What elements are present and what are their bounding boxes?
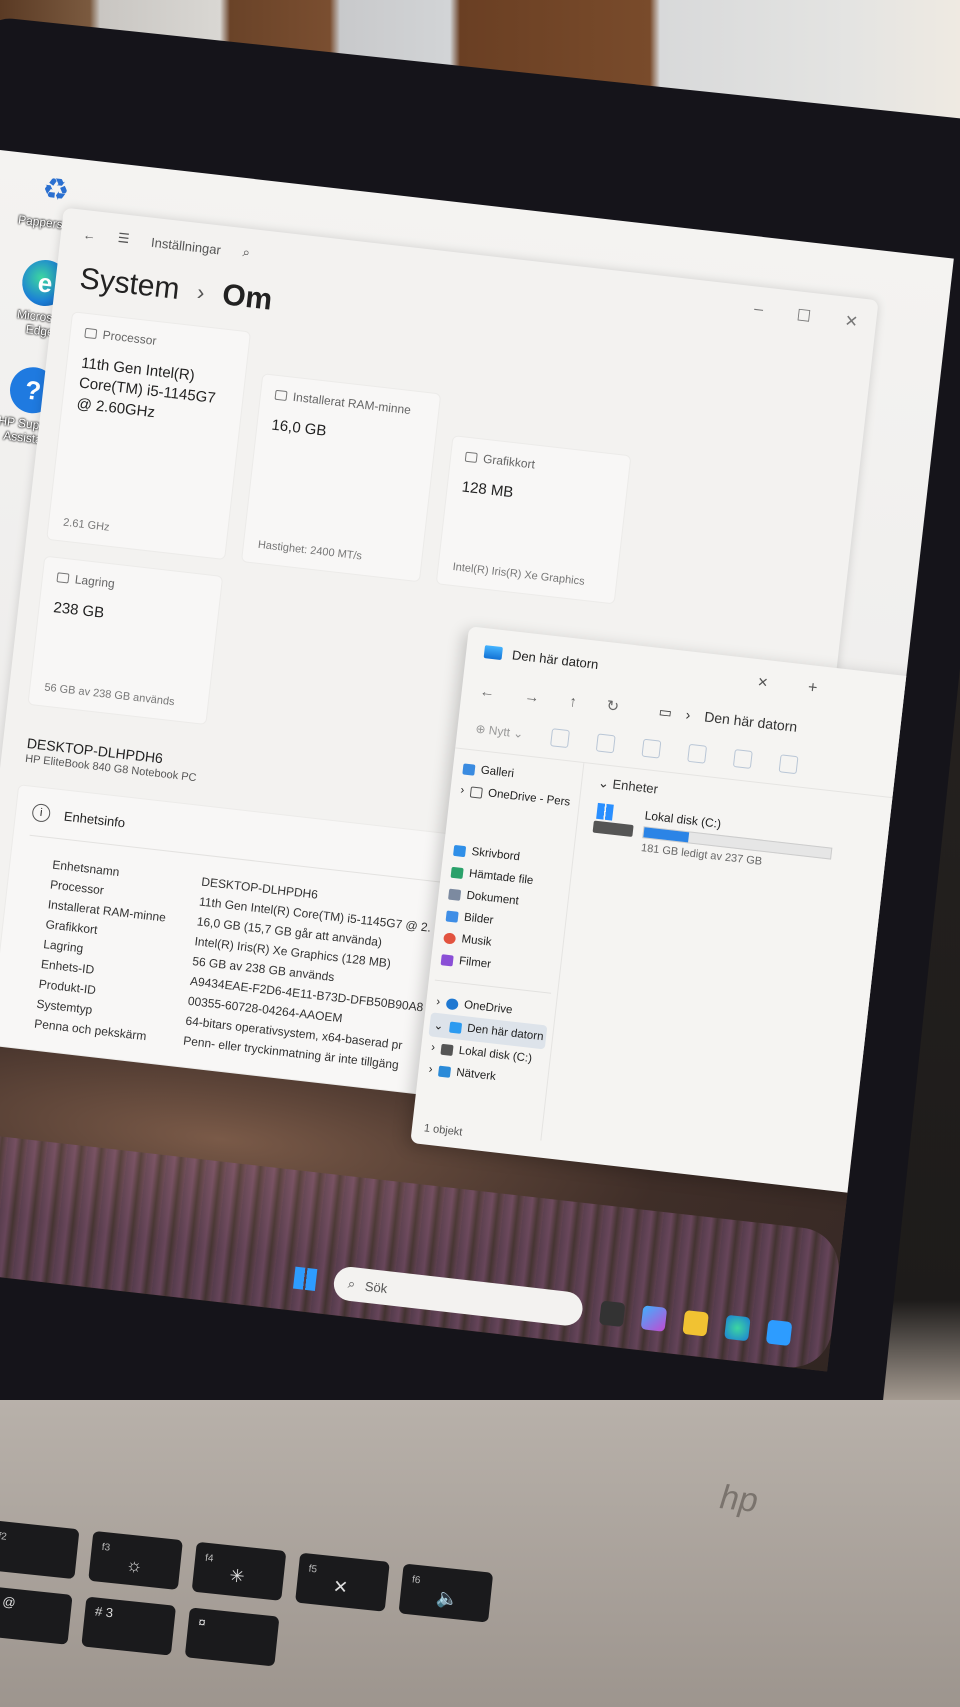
minimize-icon[interactable]: – <box>753 300 764 321</box>
key-f6[interactable]: f6 🔈 <box>398 1563 494 1623</box>
chip-icon <box>84 327 98 340</box>
processor-speed: 2.61 GHz <box>62 516 111 534</box>
delete-icon[interactable] <box>778 754 799 775</box>
hp-logo: hp <box>718 1478 760 1520</box>
key-4[interactable]: ¤ <box>184 1607 280 1667</box>
gallery-icon <box>462 762 476 776</box>
search-icon: ⌕ <box>347 1275 357 1292</box>
start-button[interactable] <box>293 1266 318 1291</box>
paste-icon[interactable] <box>641 738 662 759</box>
search-icon[interactable]: ⌕ <box>242 244 251 261</box>
download-icon <box>450 866 464 879</box>
breadcrumb-parent[interactable]: System <box>78 262 181 307</box>
gpu-value: 128 MB <box>460 478 515 502</box>
rename-icon[interactable] <box>687 743 708 764</box>
network-icon <box>437 1065 451 1078</box>
desktop-folder-icon <box>453 844 467 857</box>
video-icon <box>440 953 454 966</box>
computer-icon <box>448 1021 462 1034</box>
documents-icon <box>448 888 462 901</box>
recycle-bin-icon: ♻ <box>40 171 72 208</box>
gpu-icon <box>464 451 478 463</box>
document-icon <box>469 785 483 799</box>
ram-card: Installerat RAM-minne 16,0 GB Hastighet:… <box>240 373 442 583</box>
storage-icon <box>56 572 70 584</box>
key-f5[interactable]: f5 ✕ <box>295 1552 390 1612</box>
processor-value: 11th Gen Intel(R) Core(TM) i5-1145G7 @ 2… <box>75 354 217 421</box>
brightness-up-icon: ✳ <box>228 1565 246 1587</box>
drive-usage-fill <box>643 827 690 843</box>
music-icon <box>443 931 457 945</box>
laptop-screen: ♻ Papperskorg e Microsoft Edge ? HP Supp… <box>0 150 954 1372</box>
chevron-right-icon: › <box>435 995 441 1009</box>
volume-down-icon: 🔈 <box>435 1587 460 1610</box>
processor-card: Processor 11th Gen Intel(R) Core(TM) i5-… <box>46 311 252 561</box>
copilot-icon[interactable] <box>640 1305 668 1332</box>
up-arrow-icon[interactable]: ↑ <box>568 693 577 711</box>
storage-value: 238 GB <box>52 599 106 622</box>
key-3[interactable]: # 3 <box>81 1596 177 1656</box>
new-button[interactable]: ⊕ Nytt ⌄ <box>475 722 524 741</box>
ram-value: 16,0 GB <box>270 416 328 440</box>
copy-icon[interactable] <box>595 733 616 754</box>
edge-icon[interactable] <box>724 1314 751 1342</box>
brightness-down-icon: ☼ <box>125 1554 144 1577</box>
cloud-icon <box>445 997 459 1010</box>
key-f2[interactable]: f2 <box>0 1520 80 1580</box>
windows-drive-icon <box>592 802 636 841</box>
storage-used: 56 GB av 238 GB används <box>43 681 176 709</box>
computer-icon <box>483 644 504 660</box>
key-2[interactable]: 2 @ <box>0 1585 73 1645</box>
storage-card: Lagring 238 GB 56 GB av 238 GB används <box>27 555 224 726</box>
memory-icon <box>274 389 288 402</box>
chevron-down-icon: ⌄ <box>432 1019 444 1033</box>
page-title: Om <box>220 278 274 317</box>
gpu-name: Intel(R) Iris(R) Xe Graphics <box>452 560 586 588</box>
monitor-icon: ▭ <box>657 702 673 721</box>
chevron-right-icon: › <box>430 1041 436 1054</box>
store-icon[interactable] <box>765 1319 793 1347</box>
ram-speed: Hastighet: 2400 MT/s <box>257 538 363 563</box>
file-explorer-icon[interactable] <box>682 1310 709 1337</box>
chevron-right-icon: › <box>684 706 692 723</box>
forward-arrow-icon[interactable]: → <box>524 687 541 706</box>
refresh-icon[interactable]: ↻ <box>606 696 621 715</box>
cut-icon[interactable] <box>550 728 571 749</box>
info-icon: i <box>31 802 52 823</box>
chevron-right-icon: › <box>427 1063 434 1076</box>
close-icon[interactable]: ✕ <box>844 311 860 332</box>
drive-icon <box>440 1043 454 1056</box>
back-arrow-icon[interactable]: ← <box>82 226 97 242</box>
chevron-right-icon: › <box>459 784 465 797</box>
maximize-icon[interactable]: ☐ <box>796 305 813 326</box>
pictures-icon <box>445 909 459 923</box>
task-view-icon[interactable] <box>598 1300 626 1328</box>
breadcrumb-separator: › <box>195 279 206 305</box>
hamburger-menu-icon[interactable]: ☰ <box>117 230 130 247</box>
back-arrow-icon[interactable]: ← <box>479 682 496 701</box>
settings-app-title: Inställningar <box>150 234 222 258</box>
share-icon[interactable] <box>732 749 753 769</box>
new-tab-icon[interactable]: + <box>807 679 818 698</box>
key-f4[interactable]: f4 ✳ <box>191 1541 287 1601</box>
gpu-card: Grafikkort 128 MB Intel(R) Iris(R) Xe Gr… <box>435 435 632 605</box>
close-tab-icon[interactable]: ✕ <box>756 674 770 691</box>
key-f3[interactable]: f3 ☼ <box>88 1530 183 1591</box>
mute-icon: ✕ <box>331 1576 350 1598</box>
